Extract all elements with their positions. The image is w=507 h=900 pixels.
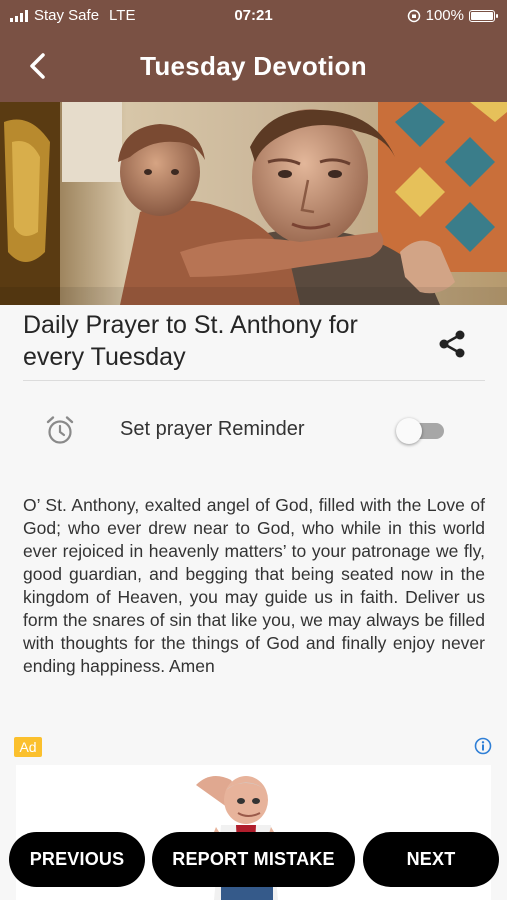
prayer-title: Daily Prayer to St. Anthony for every Tu… <box>23 311 358 371</box>
divider <box>23 380 485 381</box>
app-bar: Tuesday Devotion <box>0 32 507 102</box>
report-mistake-button[interactable]: REPORT MISTAKE <box>152 832 355 887</box>
page-title: Tuesday Devotion <box>140 51 367 81</box>
ad-badge: Ad <box>14 737 42 757</box>
orientation-lock-icon <box>407 9 420 22</box>
battery-percent: 100% <box>425 7 464 24</box>
info-icon <box>474 737 492 755</box>
ad-info-button[interactable] <box>474 737 492 755</box>
prayer-body: O’ St. Anthony, exalted angel of God, fi… <box>23 495 485 676</box>
saint-image <box>0 102 507 305</box>
alarm-clock-icon <box>44 414 76 446</box>
share-button[interactable] <box>436 327 470 361</box>
status-right: 100% <box>407 7 498 24</box>
previous-button[interactable]: PREVIOUS <box>9 832 145 887</box>
share-icon <box>439 330 465 358</box>
battery-icon <box>469 9 498 22</box>
battery-level <box>471 11 493 20</box>
next-button[interactable]: NEXT <box>363 832 499 887</box>
saint-statue-illustration <box>0 102 507 305</box>
status-bar: Stay Safe LTE 07:21 100% <box>0 0 507 32</box>
reminder-label: Set prayer Reminder <box>120 418 305 440</box>
reminder-toggle[interactable] <box>396 418 448 444</box>
toggle-knob <box>396 418 422 444</box>
